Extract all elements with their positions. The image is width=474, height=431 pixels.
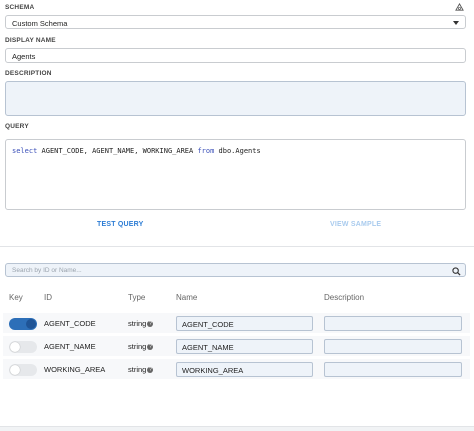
refresh-icon[interactable]	[455, 3, 464, 12]
schema-label: SCHEMA	[5, 4, 35, 11]
row-id: AGENT_CODE	[44, 319, 96, 328]
search-placeholder: Search by ID or Name...	[12, 267, 82, 274]
divider	[0, 246, 474, 247]
key-toggle[interactable]	[9, 318, 37, 330]
footer-bar	[0, 426, 474, 431]
description-label: DESCRIPTION	[5, 70, 52, 77]
query-editor[interactable]: select AGENT_CODE, AGENT_NAME, WORKING_A…	[5, 139, 466, 210]
query-columns: AGENT_CODE, AGENT_NAME, WORKING_AREA	[37, 147, 198, 155]
key-toggle[interactable]	[9, 364, 37, 376]
row-type: string	[128, 342, 147, 351]
table-row: AGENT_NAME string? AGENT_NAME	[3, 336, 470, 356]
column-header-id: ID	[44, 293, 52, 302]
schema-select[interactable]: Custom Schema	[5, 15, 466, 29]
description-cell-field[interactable]	[324, 316, 462, 331]
row-id: AGENT_NAME	[44, 342, 96, 351]
display-name-field[interactable]: Agents	[5, 48, 466, 63]
test-query-button[interactable]: TEST QUERY	[97, 221, 143, 228]
column-header-name: Name	[176, 293, 198, 302]
toggle-knob	[26, 319, 36, 329]
row-type: string	[128, 319, 147, 328]
toggle-knob	[10, 342, 20, 352]
query-keyword-select: select	[12, 147, 38, 155]
display-name-value: Agents	[12, 52, 36, 61]
name-field[interactable]: AGENT_CODE	[176, 316, 313, 331]
row-type-cell: string?	[128, 319, 154, 328]
query-label: QUERY	[5, 123, 29, 130]
view-sample-button[interactable]: VIEW SAMPLE	[330, 221, 381, 228]
name-field[interactable]: WORKING_AREA	[176, 362, 313, 377]
search-icon[interactable]	[452, 267, 461, 276]
name-field[interactable]: AGENT_NAME	[176, 339, 313, 354]
search-input[interactable]: Search by ID or Name...	[5, 263, 466, 277]
column-header-description: Description	[324, 293, 365, 302]
description-cell-field[interactable]	[324, 339, 462, 354]
table-row: AGENT_CODE string? AGENT_CODE	[3, 313, 470, 333]
table-row: WORKING_AREA string? WORKING_AREA	[3, 359, 470, 379]
help-icon[interactable]: ?	[147, 321, 154, 328]
description-field[interactable]	[5, 81, 466, 116]
row-type-cell: string?	[128, 365, 154, 374]
row-id: WORKING_AREA	[44, 365, 106, 374]
row-type: string	[128, 365, 147, 374]
description-cell-field[interactable]	[324, 362, 462, 377]
row-type-cell: string?	[128, 342, 154, 351]
query-keyword-from: from	[197, 147, 215, 155]
chevron-down-icon	[453, 21, 459, 25]
query-table: dbo.Agents	[214, 147, 261, 155]
key-toggle[interactable]	[9, 341, 37, 353]
schema-select-value: Custom Schema	[12, 19, 68, 28]
column-header-key: Key	[9, 293, 23, 302]
help-icon[interactable]: ?	[147, 344, 154, 351]
display-name-label: DISPLAY NAME	[5, 37, 56, 44]
toggle-knob	[10, 365, 20, 375]
column-header-type: Type	[128, 293, 146, 302]
help-icon[interactable]: ?	[147, 367, 154, 374]
